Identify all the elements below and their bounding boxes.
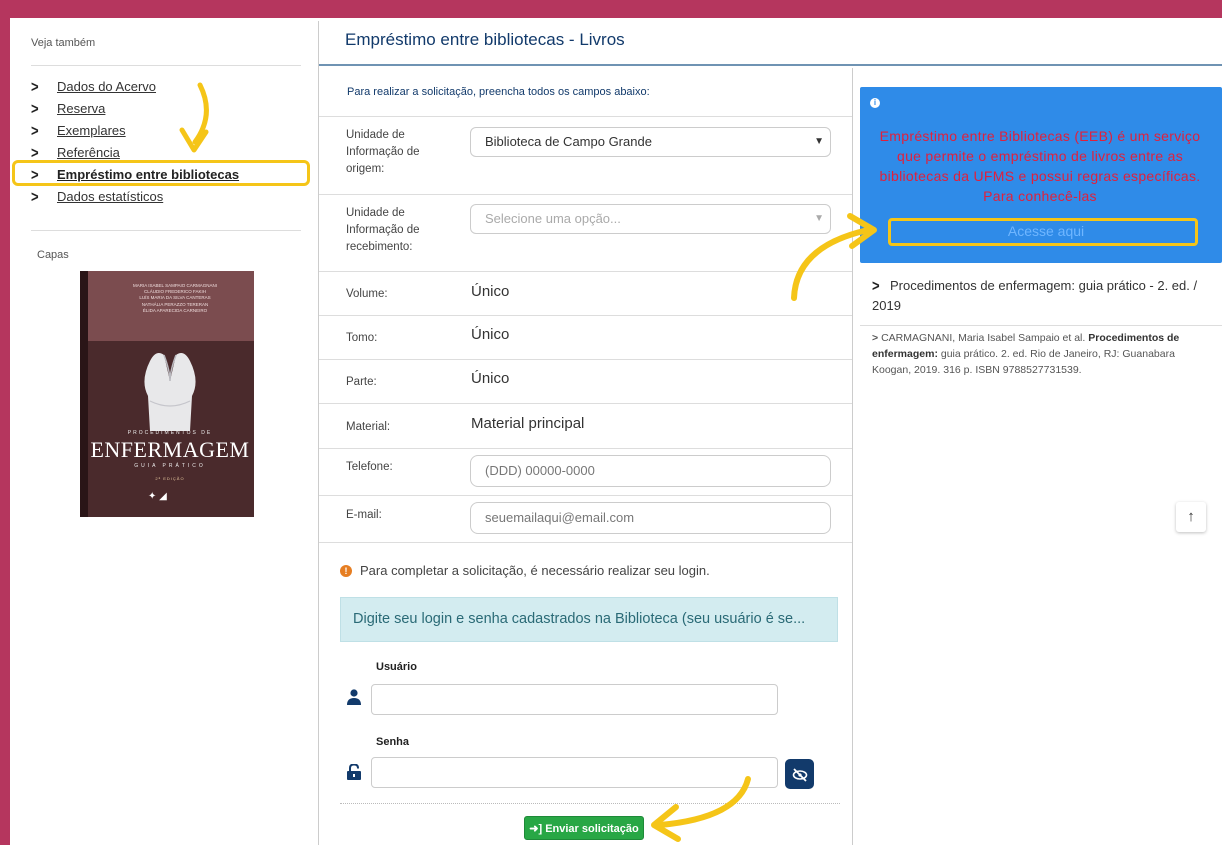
sidebar-item-label[interactable]: Dados do Acervo xyxy=(57,76,156,98)
form-intro: Para realizar a solicitação, preencha to… xyxy=(347,86,650,98)
sidebar-item-exemplares[interactable]: > Exemplares xyxy=(31,120,239,142)
cover-edition: 2ª EDIÇÃO xyxy=(155,476,185,481)
page-title: Empréstimo entre bibliotecas - Livros xyxy=(345,30,625,49)
sidebar: Veja também > Dados do Acervo > Reserva > E… xyxy=(10,18,310,845)
parte-value: Único xyxy=(471,370,510,387)
parte-label: Parte: xyxy=(346,376,377,388)
cover-authors: MARIA ISABEL SAMPAIO CARMAGNANI CLÁUDIO … xyxy=(100,283,250,314)
reference-title-text: Procedimentos de enfermagem: guia prátic… xyxy=(872,278,1198,313)
divider xyxy=(31,230,301,231)
email-placeholder: seuemailaqui@email.com xyxy=(485,510,635,525)
chevron-down-icon: ▼ xyxy=(814,136,824,147)
cover-subtitle-bottom: GUIA PRÁTICO xyxy=(134,463,206,469)
divider xyxy=(860,325,1222,326)
reference-citation: > CARMAGNANI, Maria Isabel Sampaio et al… xyxy=(872,330,1202,378)
warning-icon: ! xyxy=(340,564,352,577)
password-label: Senha xyxy=(376,736,410,748)
unlock-icon xyxy=(347,763,361,785)
password-input[interactable] xyxy=(371,757,778,788)
page: Veja também > Dados do Acervo > Reserva > E… xyxy=(10,18,1222,845)
divider xyxy=(31,65,301,66)
see-also-title: Veja também xyxy=(31,37,96,49)
form-row-recebimento: Unidade de Informação de recebimento: Se… xyxy=(319,194,852,271)
form-row-volume: Volume: Único xyxy=(319,271,852,315)
sidebar-item-dados-acervo[interactable]: > Dados do Acervo xyxy=(31,76,239,98)
highlight-box xyxy=(12,160,310,186)
form-row-email: E-mail: seuemailaqui@email.com xyxy=(319,495,852,543)
telefone-input[interactable]: (DDD) 00000-0000 xyxy=(470,455,831,487)
user-icon xyxy=(347,689,361,710)
sidebar-item-reserva[interactable]: > Reserva xyxy=(31,98,239,120)
toggle-password-button[interactable] xyxy=(785,759,814,789)
sidebar-item-label[interactable]: Reserva xyxy=(57,98,105,120)
chevron-down-icon: ▼ xyxy=(814,213,824,224)
sidebar-item-label[interactable]: Exemplares xyxy=(57,120,126,142)
chevron-right-icon: > xyxy=(872,332,879,344)
form-row-parte: Parte: Único xyxy=(319,359,852,403)
sign-in-icon: ➜] xyxy=(529,823,543,835)
submit-label: Enviar solicitação xyxy=(545,823,639,835)
divider xyxy=(852,68,853,845)
recebimento-select[interactable]: Selecione uma opção... ▼ xyxy=(470,204,831,234)
divider xyxy=(340,803,840,804)
chevron-right-icon: > xyxy=(872,276,880,295)
recebimento-placeholder: Selecione uma opção... xyxy=(485,211,621,226)
back-to-top-button[interactable]: ↑ xyxy=(1176,502,1206,532)
tomo-value: Único xyxy=(471,326,510,343)
eeb-info-text: Empréstimo entre Bibliotecas (EEB) é um … xyxy=(879,128,1201,204)
info-icon: i xyxy=(870,98,880,108)
origem-select[interactable]: Biblioteca de Campo Grande ▼ xyxy=(470,127,831,157)
sidebar-item-label[interactable]: Dados estatísticos xyxy=(57,186,163,208)
email-label: E-mail: xyxy=(346,509,382,521)
arrow-up-icon: ↑ xyxy=(1187,508,1195,525)
divider xyxy=(319,64,1222,66)
eye-slash-icon xyxy=(792,768,807,782)
highlight-box xyxy=(888,218,1198,246)
volume-label: Volume: xyxy=(346,288,388,300)
book-cover[interactable]: MARIA ISABEL SAMPAIO CARMAGNANI CLÁUDIO … xyxy=(80,271,254,517)
form-row-tomo: Tomo: Único xyxy=(319,315,852,359)
covers-title: Capas xyxy=(37,249,69,261)
telefone-label: Telefone: xyxy=(346,461,393,473)
reference-title[interactable]: > Procedimentos de enfermagem: guia práti… xyxy=(872,276,1212,316)
publisher-logo-icon: ✦ ◢ xyxy=(148,491,167,502)
email-input[interactable]: seuemailaqui@email.com xyxy=(470,502,831,534)
chevron-right-icon: > xyxy=(31,187,39,206)
cover-author: ÉLIDA APARECIDA CARNEIRO xyxy=(142,307,208,313)
form-row-origem: Unidade de Informação de origem: Bibliot… xyxy=(319,116,852,194)
user-label: Usuário xyxy=(376,661,417,673)
sidebar-item-dados-estatisticos[interactable]: > Dados estatísticos xyxy=(31,186,239,208)
gloved-hands-image xyxy=(144,353,196,431)
username-input[interactable] xyxy=(371,684,778,715)
origem-label: Unidade de Informação de origem: xyxy=(346,129,420,175)
login-notice-text: Para completar a solicitação, é necessár… xyxy=(360,563,710,578)
citation-author: CARMAGNANI, Maria Isabel Sampaio et al. xyxy=(881,332,1086,344)
material-label: Material: xyxy=(346,421,391,433)
cover-spine xyxy=(80,271,88,517)
login-notice: ! Para completar a solicitação, é necess… xyxy=(340,563,710,578)
origem-selected-value: Biblioteca de Campo Grande xyxy=(485,134,652,149)
recebimento-label: Unidade de Informação de recebimento: xyxy=(346,207,420,253)
volume-value: Único xyxy=(471,283,510,300)
cover-subtitle-top: PROCEDIMENTOS DE xyxy=(127,430,213,436)
see-also-list: > Dados do Acervo > Reserva > Exemplares > R… xyxy=(31,76,239,208)
cover-title: ENFERMAGEM xyxy=(90,437,250,462)
submit-request-button[interactable]: ➜] Enviar solicitação xyxy=(524,816,644,840)
form-row-material: Material: Material principal xyxy=(319,403,852,448)
tomo-label: Tomo: xyxy=(346,332,378,344)
telefone-placeholder: (DDD) 00000-0000 xyxy=(485,463,595,478)
login-alert: Digite seu login e senha cadastrados na … xyxy=(340,597,838,642)
form-row-telefone: Telefone: (DDD) 00000-0000 xyxy=(319,448,852,495)
material-value: Material principal xyxy=(471,415,585,432)
